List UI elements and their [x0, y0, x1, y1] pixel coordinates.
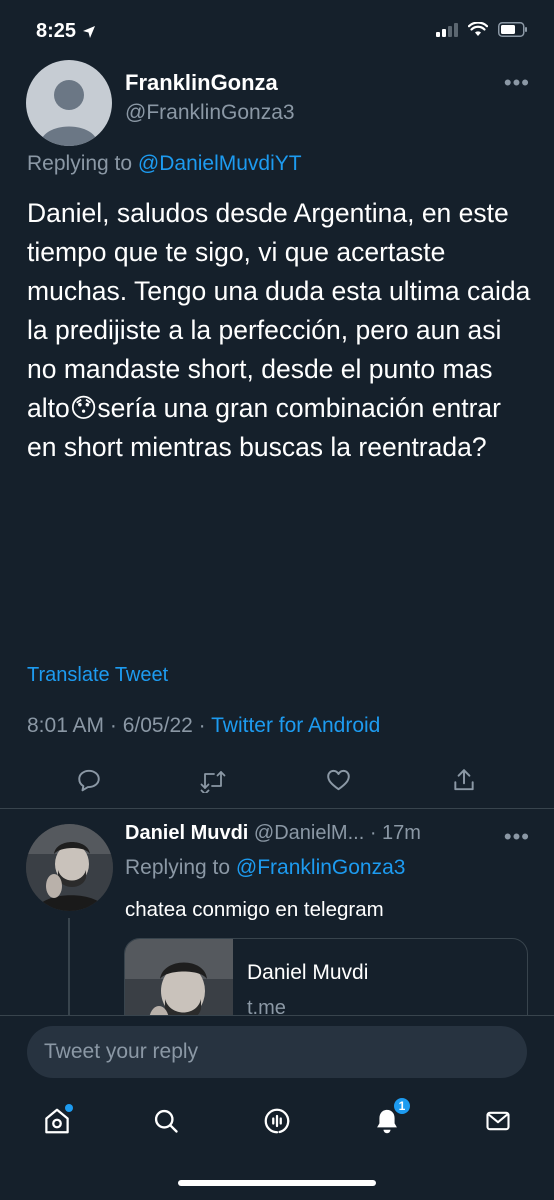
tab-messages[interactable]	[481, 1104, 515, 1138]
reply-author-name[interactable]: Daniel Muvdi	[125, 822, 248, 844]
status-bar-time: 8:25	[36, 20, 96, 43]
cellular-signal-icon	[436, 22, 458, 37]
tweet-time: 8:01 AM	[27, 714, 105, 737]
battery-icon	[498, 22, 527, 37]
location-arrow-icon	[83, 25, 96, 38]
home-indicator	[178, 1180, 376, 1186]
hushed-face-emoji: 😯	[69, 393, 98, 423]
tweet-divider	[0, 808, 554, 809]
replying-to-link[interactable]: @DanielMuvdiYT	[138, 152, 302, 175]
home-unread-dot	[65, 1104, 73, 1112]
tab-home[interactable]	[40, 1104, 74, 1138]
spaces-icon	[264, 1108, 290, 1134]
status-bar-indicators	[436, 22, 528, 37]
author-name[interactable]: FranklinGonza	[125, 70, 278, 96]
reply-icon	[78, 769, 100, 792]
tab-spaces[interactable]	[260, 1104, 294, 1138]
tab-search[interactable]	[149, 1104, 183, 1138]
more-options-icon[interactable]: •••	[504, 70, 530, 96]
tab-notifications[interactable]: 1	[370, 1096, 412, 1138]
reply-replying-to: Replying to @FranklinGonza3	[125, 856, 406, 879]
reply-author-avatar[interactable]	[26, 824, 113, 911]
translate-tweet-link[interactable]: Translate Tweet	[27, 664, 168, 687]
heart-icon	[326, 769, 350, 791]
tweet-actions	[0, 763, 554, 799]
like-button[interactable]	[321, 763, 355, 797]
wifi-icon	[468, 22, 488, 36]
share-icon	[454, 769, 474, 791]
replying-to: Replying to @DanielMuvdiYT	[27, 152, 302, 175]
default-avatar-icon	[40, 80, 98, 146]
link-card-title: Daniel Muvdi	[247, 961, 369, 984]
share-button[interactable]	[447, 763, 481, 797]
reply-text: chatea conmigo en telegram	[125, 898, 384, 921]
mail-icon	[486, 1111, 510, 1131]
tweet-meta: 8:01 AM · 6/05/22 · Twitter for Android	[27, 714, 381, 737]
profile-photo-icon	[26, 824, 113, 911]
tweet-date: 6/05/22	[122, 714, 193, 737]
reply-replying-to-link[interactable]: @FranklinGonza3	[236, 856, 406, 879]
tweet-reply-input[interactable]: Tweet your reply	[27, 1026, 527, 1078]
tweet-text: Daniel, saludos desde Argentina, en este…	[27, 198, 531, 462]
notifications-badge: 1	[392, 1096, 412, 1116]
search-icon	[154, 1109, 178, 1133]
reply-author-handle[interactable]: @DanielM...	[254, 822, 364, 844]
retweet-button[interactable]	[196, 763, 230, 797]
retweet-icon	[200, 771, 226, 793]
reply-age: 17m	[382, 822, 421, 844]
author-handle[interactable]: @FranklinGonza3	[125, 101, 295, 125]
author-avatar[interactable]	[26, 60, 112, 146]
thread-line	[68, 918, 70, 1018]
tweet-source-link[interactable]: Twitter for Android	[211, 714, 380, 737]
reply-more-options-icon[interactable]: •••	[504, 824, 530, 850]
reply-button[interactable]	[72, 763, 106, 797]
reply-header: Daniel Muvdi @DanielM... · 17m	[125, 822, 421, 844]
